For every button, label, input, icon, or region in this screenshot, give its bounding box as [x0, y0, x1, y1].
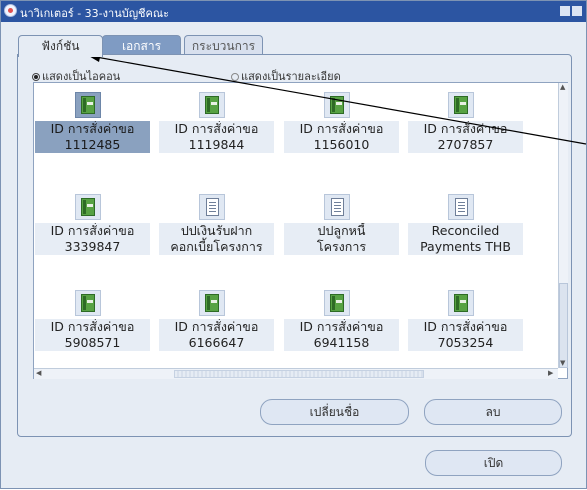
- callout-arrow: [87, 53, 587, 145]
- tab-functions[interactable]: ฟังก์ชัน: [18, 35, 103, 57]
- navigator-window: นาวิเกเตอร์ - 33-งานบัญชีคณะ ฟังก์ชัน เอ…: [0, 0, 587, 489]
